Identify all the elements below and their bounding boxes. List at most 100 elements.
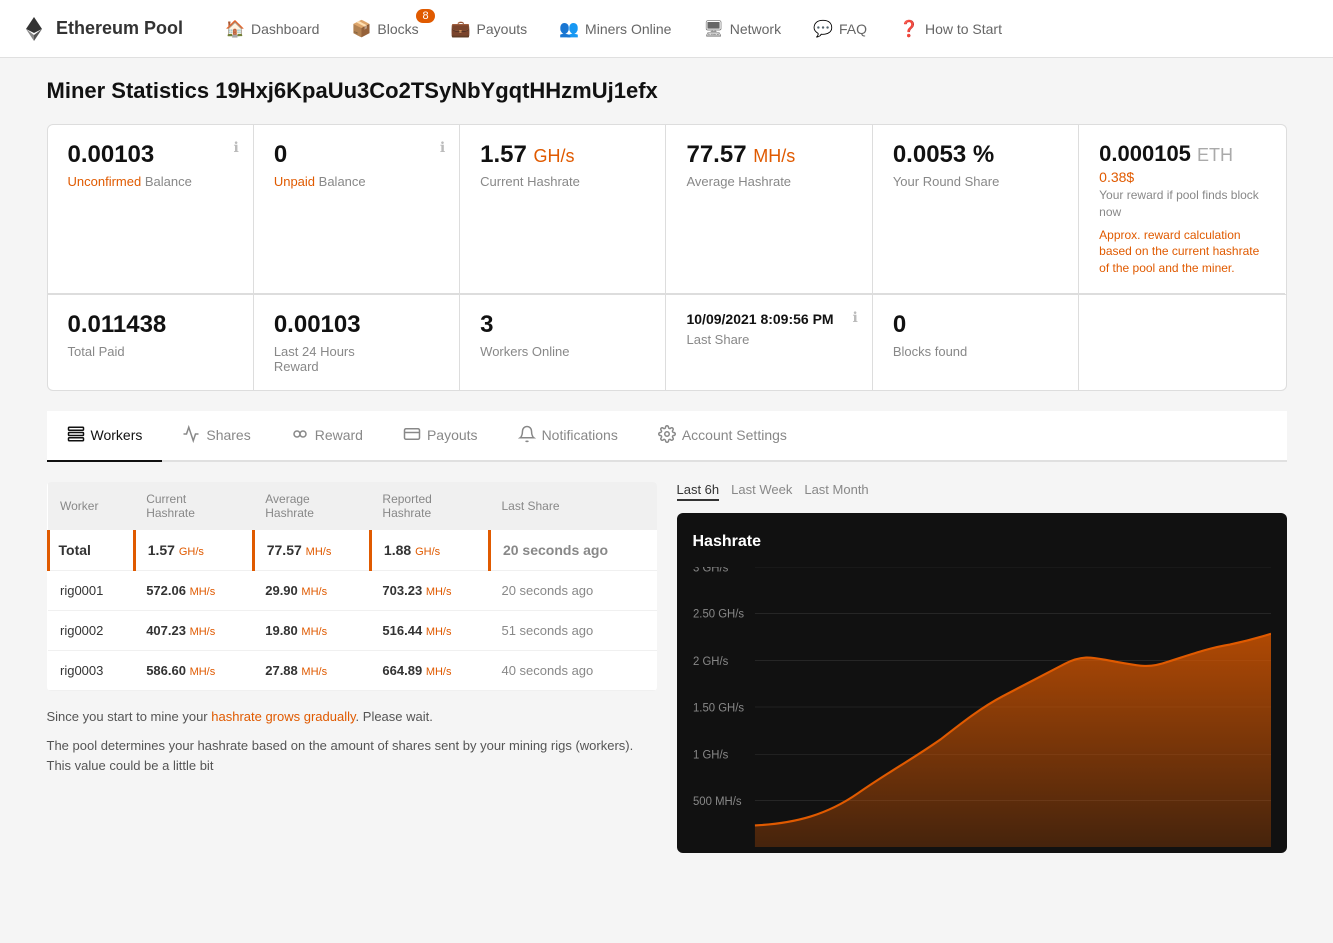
payouts-icon: 💼 (451, 19, 471, 39)
rig0002-current: 407.23 MH/s (134, 610, 253, 650)
reward-usd: 0.38$ (1099, 169, 1265, 185)
chart-svg: 3 GH/s 2.50 GH/s 2 GH/s 1.50 GH/s 1 GH/s… (693, 567, 1271, 847)
rig0002-label: rig0002 (48, 610, 134, 650)
tab-shares[interactable]: Shares (162, 411, 270, 462)
rig0002-reported: 516.44 MH/s (370, 610, 489, 650)
svg-text:2 GH/s: 2 GH/s (693, 655, 729, 668)
total-worker-label: Total (48, 530, 134, 571)
col-last-share: Last Share (489, 482, 656, 530)
footnote-2: The pool determines your hashrate based … (47, 736, 657, 778)
nav-network[interactable]: 🖥 Network (691, 13, 793, 45)
navbar: Ethereum Pool 🏠 Dashboard 📦 Blocks 8 💼 P… (0, 0, 1333, 58)
stats-top: ℹ 0.00103 Unconfirmed Balance ℹ 0 Unpaid… (47, 124, 1287, 294)
rig0001-last-share: 20 seconds ago (489, 570, 656, 610)
reward-desc: Your reward if pool finds block now (1099, 187, 1265, 221)
svg-text:500 MH/s: 500 MH/s (693, 795, 742, 808)
unpaid-value: 0 (274, 141, 439, 170)
home-icon: 🏠 (225, 19, 245, 39)
total-paid-value: 0.011438 (68, 311, 233, 340)
rig0003-last-share: 40 seconds ago (489, 650, 656, 690)
tab-payouts-label: Payouts (427, 427, 478, 443)
howtostart-icon: ❓ (899, 19, 919, 39)
stat-workers: 3 Workers Online (460, 295, 666, 390)
total-current-hashrate: 1.57 GH/s (134, 530, 253, 571)
miners-icon: 👥 (559, 19, 579, 39)
chart-tab-6h[interactable]: Last 6h (677, 482, 720, 501)
chart-tabs: Last 6h Last Week Last Month (677, 482, 1287, 501)
rig0003-avg: 27.88 MH/s (253, 650, 370, 690)
stat-round-share: 0.0053 % Your Round Share (873, 125, 1079, 294)
blocks-badge: 8 (416, 9, 434, 23)
svg-text:2.50 GH/s: 2.50 GH/s (693, 607, 744, 620)
workers-table: Worker CurrentHashrate AverageHashrate R… (47, 482, 657, 691)
info-icon-lastshare[interactable]: ℹ (853, 309, 858, 326)
nav-blocks[interactable]: 📦 Blocks 8 (339, 13, 430, 45)
blocks-found-value: 0 (893, 311, 1058, 340)
network-icon: 🖥 (703, 19, 723, 39)
nav-miners[interactable]: 👥 Miners Online (547, 13, 683, 45)
info-icon-unconfirmed[interactable]: ℹ (234, 139, 239, 156)
workers-chart-layout: Worker CurrentHashrate AverageHashrate R… (47, 482, 1287, 853)
tab-reward-label: Reward (315, 427, 363, 443)
ethereum-icon (20, 15, 48, 43)
avg-hashrate-label: Average Hashrate (686, 174, 851, 189)
tab-workers[interactable]: Workers (47, 411, 163, 462)
stat-unpaid: ℹ 0 Unpaid Balance (254, 125, 460, 294)
col-avg-hashrate: AverageHashrate (253, 482, 370, 530)
workers-tab-icon (67, 425, 85, 446)
nav-dashboard[interactable]: 🏠 Dashboard (213, 13, 331, 45)
total-reported-hashrate: 1.88 GH/s (370, 530, 489, 571)
table-row: rig0002 407.23 MH/s 19.80 MH/s 516.44 MH… (48, 610, 657, 650)
tab-reward[interactable]: Reward (271, 411, 383, 462)
reward-tab-icon (291, 425, 309, 446)
chart-tab-month[interactable]: Last Month (804, 482, 868, 501)
avg-hashrate-value: 77.57 MH/s (686, 141, 851, 170)
shares-tab-icon (182, 425, 200, 446)
total-paid-label: Total Paid (68, 344, 233, 359)
tab-notifications[interactable]: Notifications (498, 411, 638, 462)
nav-links: 🏠 Dashboard 📦 Blocks 8 💼 Payouts 👥 Miner… (213, 13, 1313, 45)
svg-text:1 GH/s: 1 GH/s (693, 748, 729, 761)
stat-last-share: ℹ 10/09/2021 8:09:56 PM Last Share (666, 295, 872, 390)
brand-logo[interactable]: Ethereum Pool (20, 15, 183, 43)
tab-notifications-label: Notifications (542, 427, 618, 443)
tab-account[interactable]: Account Settings (638, 411, 807, 462)
stat-unconfirmed: ℹ 0.00103 Unconfirmed Balance (48, 125, 254, 294)
last24h-value: 0.00103 (274, 311, 439, 340)
unconfirmed-label: Unconfirmed Balance (68, 174, 233, 189)
gear-tab-icon (658, 425, 676, 446)
svg-text:3 GH/s: 3 GH/s (693, 567, 729, 574)
rig0001-reported: 703.23 MH/s (370, 570, 489, 610)
table-row: rig0003 586.60 MH/s 27.88 MH/s 664.89 MH… (48, 650, 657, 690)
workers-value: 3 (480, 311, 645, 340)
blocks-found-label: Blocks found (893, 344, 1058, 359)
info-icon-unpaid[interactable]: ℹ (440, 139, 445, 156)
workers-section: Worker CurrentHashrate AverageHashrate R… (47, 482, 657, 853)
chart-tab-week[interactable]: Last Week (731, 482, 792, 501)
reward-value: 0.000105 ETH (1099, 141, 1265, 167)
svg-text:1.50 GH/s: 1.50 GH/s (693, 701, 744, 714)
total-avg-hashrate: 77.57 MH/s (253, 530, 370, 571)
unpaid-label: Unpaid Balance (274, 174, 439, 189)
nav-payouts[interactable]: 💼 Payouts (439, 13, 540, 45)
col-current-hashrate: CurrentHashrate (134, 482, 253, 530)
brand-name: Ethereum Pool (56, 18, 183, 39)
col-worker: Worker (48, 482, 134, 530)
rig0003-label: rig0003 (48, 650, 134, 690)
tab-account-label: Account Settings (682, 427, 787, 443)
tab-payouts[interactable]: Payouts (383, 411, 498, 462)
chart-section: Last 6h Last Week Last Month Hashrate 3 … (677, 482, 1287, 853)
rig0001-current: 572.06 MH/s (134, 570, 253, 610)
last-share-value: 10/09/2021 8:09:56 PM (686, 311, 851, 328)
chart-title: Hashrate (693, 533, 1271, 551)
footnotes: Since you start to mine your hashrate gr… (47, 707, 657, 777)
table-row: rig0001 572.06 MH/s 29.90 MH/s 703.23 MH… (48, 570, 657, 610)
nav-howtostart[interactable]: ❓ How to Start (887, 13, 1014, 45)
tab-workers-label: Workers (91, 427, 143, 443)
payouts-tab-icon (403, 425, 421, 446)
hashrate-link[interactable]: hashrate grows gradually (211, 709, 355, 724)
stat-empty (1079, 295, 1285, 390)
nav-faq[interactable]: 💬 FAQ (801, 13, 879, 45)
col-reported-hashrate: ReportedHashrate (370, 482, 489, 530)
blocks-icon: 📦 (351, 19, 371, 39)
